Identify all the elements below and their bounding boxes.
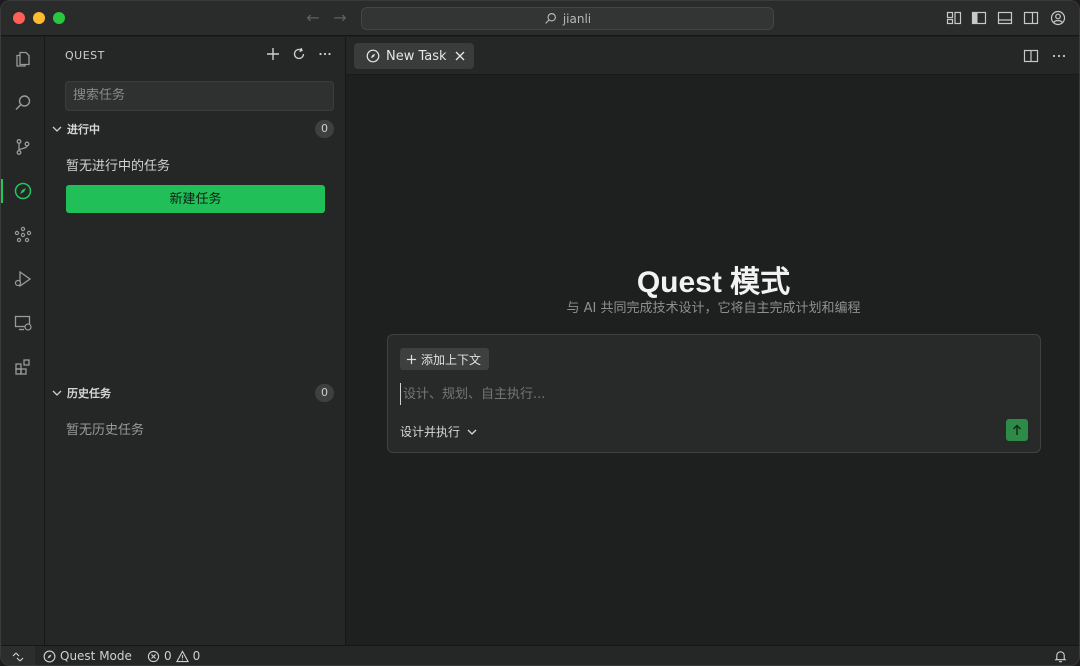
remote-icon	[12, 652, 24, 661]
run-debug-icon	[14, 270, 32, 288]
more-actions-button[interactable]	[317, 46, 333, 62]
add-context-label: 添加上下文	[421, 352, 482, 367]
mode-dropdown[interactable]: 设计并执行	[400, 423, 478, 440]
minimize-window-button[interactable]	[33, 12, 45, 24]
warning-icon	[175, 649, 189, 662]
editor-area: New Task Quest 模式 与 AI 共同完成技术设计，它将自主完成计划…	[346, 37, 1079, 645]
compass-icon	[43, 650, 56, 662]
network-icon	[14, 226, 32, 243]
search-box-text: jianli	[562, 11, 592, 26]
history-label: 历史任务	[67, 387, 111, 400]
task-search-input[interactable]: 搜索任务	[65, 81, 334, 111]
remote-explorer-button[interactable]	[1, 303, 45, 343]
files-icon	[16, 51, 30, 67]
close-window-button[interactable]	[13, 12, 25, 24]
search-icon	[545, 13, 556, 24]
sidebar-title: QUEST	[65, 49, 105, 62]
in-progress-section-header[interactable]: 进行中 0	[45, 118, 346, 140]
toggle-panel-icon[interactable]	[997, 10, 1013, 26]
quest-mode-label: Quest Mode	[60, 649, 132, 663]
maximize-window-button[interactable]	[53, 12, 65, 24]
extensions-icon	[15, 359, 30, 375]
compass-icon	[14, 182, 32, 200]
split-editor-icon[interactable]	[1023, 48, 1039, 64]
chevron-down-icon	[52, 126, 62, 132]
account-icon[interactable]	[1050, 10, 1066, 26]
arrow-up-icon	[1013, 424, 1021, 435]
history-count-badge: 0	[315, 384, 334, 402]
error-count: 0	[164, 649, 172, 663]
add-task-button[interactable]	[265, 46, 281, 62]
refresh-icon	[293, 47, 305, 60]
toggle-primary-sidebar-icon[interactable]	[971, 10, 987, 26]
compass-icon	[366, 49, 380, 63]
remote-monitor-icon	[14, 315, 32, 331]
ellipsis-icon[interactable]	[1051, 48, 1067, 64]
tab-bar: New Task	[346, 37, 1079, 75]
sidebar-actions	[265, 46, 333, 62]
toggle-secondary-sidebar-icon[interactable]	[1023, 10, 1039, 26]
git-branch-icon	[16, 139, 30, 155]
forward-arrow-icon[interactable]: →	[331, 9, 349, 27]
remote-indicator[interactable]	[1, 646, 35, 665]
activity-bar	[1, 37, 45, 645]
graph-button[interactable]	[1, 215, 45, 255]
ellipsis-icon	[319, 52, 331, 56]
command-center-search[interactable]: jianli	[361, 7, 774, 30]
close-icon[interactable]	[453, 49, 467, 63]
quest-mode-status[interactable]: Quest Mode	[43, 649, 132, 663]
send-button[interactable]	[1006, 419, 1028, 441]
tab-actions	[1023, 48, 1067, 64]
tab-new-task[interactable]: New Task	[354, 43, 474, 69]
plus-icon	[406, 354, 417, 364]
source-control-button[interactable]	[1, 127, 45, 167]
bell-icon	[1054, 651, 1067, 663]
task-composer: 添加上下文 设计并执行	[387, 334, 1041, 453]
back-arrow-icon[interactable]: ←	[304, 9, 322, 27]
chevron-down-icon	[467, 429, 477, 435]
in-progress-label: 进行中	[67, 123, 100, 136]
app-window: ← → jianli QUEST 搜索任务 进行中 0 暂无进行中的任务 新建任…	[0, 0, 1080, 666]
title-bar: ← → jianli	[1, 1, 1079, 36]
notifications-button[interactable]	[1054, 649, 1067, 665]
run-debug-button[interactable]	[1, 259, 45, 299]
history-section-header[interactable]: 历史任务 0	[45, 382, 346, 404]
new-task-button[interactable]: 新建任务	[66, 185, 325, 213]
in-progress-empty-text: 暂无进行中的任务	[66, 159, 171, 174]
task-prompt-input[interactable]	[400, 383, 1000, 405]
mode-dropdown-label: 设计并执行	[400, 425, 461, 439]
refresh-button[interactable]	[291, 46, 307, 62]
layout-customize-icon[interactable]	[946, 10, 962, 26]
history-empty-text: 暂无历史任务	[66, 423, 145, 438]
plus-icon	[267, 48, 279, 60]
extensions-button[interactable]	[1, 347, 45, 387]
quest-button[interactable]	[1, 171, 45, 211]
in-progress-count-badge: 0	[315, 120, 334, 138]
chevron-down-icon	[52, 390, 62, 396]
warning-count: 0	[192, 649, 201, 663]
hero-title: Quest 模式	[636, 266, 791, 299]
quest-sidebar: QUEST 搜索任务 进行中 0 暂无进行中的任务 新建任务 历史任务 0 暂无…	[45, 37, 346, 645]
error-icon	[147, 650, 160, 662]
add-context-button[interactable]: 添加上下文	[400, 348, 490, 370]
tab-label: New Task	[386, 48, 447, 64]
status-bar: Quest Mode 0 0	[1, 645, 1079, 665]
problems-status[interactable]: 0 0	[147, 649, 200, 663]
search-button[interactable]	[1, 83, 45, 123]
search-icon	[15, 95, 31, 110]
explorer-button[interactable]	[1, 39, 45, 79]
hero-subtitle: 与 AI 共同完成技术设计，它将自主完成计划和编程	[566, 301, 861, 316]
